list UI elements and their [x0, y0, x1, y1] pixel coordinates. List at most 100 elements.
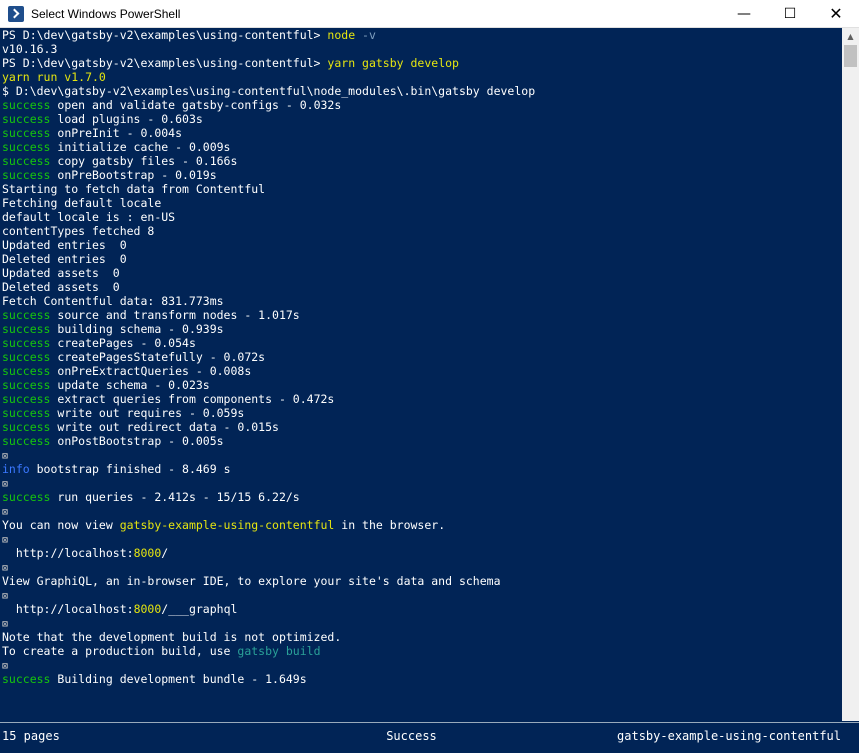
- window-title: Select Windows PowerShell: [31, 6, 181, 21]
- console-line: success source and transform nodes - 1.0…: [0, 308, 842, 322]
- line-text: Fetch Contentful data: 831.773ms: [2, 294, 224, 308]
- line-text: Updated entries 0: [2, 238, 127, 252]
- line-text: contentTypes fetched 8: [2, 224, 155, 238]
- success-tag: success: [2, 672, 51, 686]
- console-line: success run queries - 2.412s - 15/15 6.2…: [0, 490, 842, 504]
- line-text: $ D:\dev\gatsby-v2\examples\using-conten…: [2, 84, 536, 98]
- line-text: v10.16.3: [2, 42, 58, 56]
- line-text: run queries - 2.412s - 15/15 6.22/s: [50, 490, 300, 504]
- line-text: onPreInit - 0.004s: [50, 126, 183, 140]
- console-line: You can now view gatsby-example-using-co…: [0, 518, 842, 532]
- line-text: onPostBootstrap - 0.005s: [50, 434, 224, 448]
- vertical-scrollbar[interactable]: ▲: [842, 28, 859, 721]
- line-text: load plugins - 0.603s: [50, 112, 203, 126]
- newline-marker-icon: ⊠: [2, 619, 9, 630]
- console-line: Note that the development build is not o…: [0, 630, 842, 644]
- command: yarn gatsby develop: [327, 56, 459, 70]
- console-line: v10.16.3: [0, 42, 842, 56]
- console-line: http://localhost:8000/___graphql: [0, 602, 842, 616]
- success-tag: success: [2, 168, 51, 182]
- success-tag: success: [2, 392, 51, 406]
- line-text: extract queries from components - 0.472s: [50, 392, 335, 406]
- console-line: http://localhost:8000/: [0, 546, 842, 560]
- scroll-thumb[interactable]: [844, 45, 857, 67]
- console-line: ⊠: [0, 588, 842, 602]
- console-output[interactable]: PS D:\dev\gatsby-v2\examples\using-conte…: [0, 28, 842, 721]
- console-line: success write out requires - 0.059s: [0, 406, 842, 420]
- console-line: ⊠: [0, 532, 842, 546]
- line-text: Deleted assets 0: [2, 280, 120, 294]
- console-line: ⊠: [0, 504, 842, 518]
- console-line: Deleted entries 0: [0, 252, 842, 266]
- success-tag: success: [2, 434, 51, 448]
- line-text: http://localhost:: [2, 602, 134, 616]
- console-line: success open and validate gatsby-configs…: [0, 98, 842, 112]
- line-text: /___graphql: [161, 602, 238, 616]
- console-line: success load plugins - 0.603s: [0, 112, 842, 126]
- line-text: update schema - 0.023s: [50, 378, 210, 392]
- line-text: source and transform nodes - 1.017s: [50, 308, 300, 322]
- success-tag: success: [2, 308, 51, 322]
- console-line: success onPreInit - 0.004s: [0, 126, 842, 140]
- console-line: Starting to fetch data from Contentful: [0, 182, 842, 196]
- console-line: contentTypes fetched 8: [0, 224, 842, 238]
- newline-marker-icon: ⊠: [2, 591, 9, 602]
- line-text: Deleted entries 0: [2, 252, 127, 266]
- prompt: PS D:\dev\gatsby-v2\examples\using-conte…: [2, 28, 328, 42]
- success-tag: success: [2, 490, 51, 504]
- line-text: You can now view: [2, 518, 120, 532]
- success-tag: success: [2, 154, 51, 168]
- success-tag: success: [2, 364, 51, 378]
- console-line: success extract queries from components …: [0, 392, 842, 406]
- line-text: default locale is : en-US: [2, 210, 176, 224]
- console-line: success Building development bundle - 1.…: [0, 672, 842, 686]
- console-line: success copy gatsby files - 0.166s: [0, 154, 842, 168]
- console-line: success createPagesStatefully - 0.072s: [0, 350, 842, 364]
- success-tag: success: [2, 350, 51, 364]
- line-text: Note that the development build is not o…: [2, 630, 342, 644]
- success-tag: success: [2, 140, 51, 154]
- line-text: /: [161, 546, 169, 560]
- line-text: Updated assets 0: [2, 266, 120, 280]
- prompt: PS D:\dev\gatsby-v2\examples\using-conte…: [2, 56, 328, 70]
- status-state: Success: [386, 729, 437, 743]
- newline-marker-icon: ⊠: [2, 451, 9, 462]
- console-line: ⊠: [0, 560, 842, 574]
- line-text: Building development bundle - 1.649s: [50, 672, 307, 686]
- close-button[interactable]: ✕: [813, 0, 859, 27]
- minimize-button[interactable]: —: [721, 0, 767, 27]
- line-text: write out requires - 0.059s: [50, 406, 245, 420]
- success-tag: success: [2, 98, 51, 112]
- yarn-version: yarn run v1.7.0: [2, 70, 106, 84]
- console-line: success onPreBootstrap - 0.019s: [0, 168, 842, 182]
- command-arg: -v: [355, 28, 376, 42]
- line-text: Starting to fetch data from Contentful: [2, 182, 266, 196]
- console-line: success onPostBootstrap - 0.005s: [0, 434, 842, 448]
- console-line: PS D:\dev\gatsby-v2\examples\using-conte…: [0, 56, 842, 70]
- newline-marker-icon: ⊠: [2, 661, 9, 672]
- console-line: $ D:\dev\gatsby-v2\examples\using-conten…: [0, 84, 842, 98]
- status-bar: 15 pages Success gatsby-example-using-co…: [0, 722, 859, 753]
- line-text: onPreExtractQueries - 0.008s: [50, 364, 252, 378]
- line-text: Fetching default locale: [2, 196, 162, 210]
- console-line: success building schema - 0.939s: [0, 322, 842, 336]
- console-line: success write out redirect data - 0.015s: [0, 420, 842, 434]
- console-line: yarn run v1.7.0: [0, 70, 842, 84]
- console-line: Fetching default locale: [0, 196, 842, 210]
- title-bar[interactable]: Select Windows PowerShell — ☐ ✕: [0, 0, 859, 28]
- maximize-button[interactable]: ☐: [767, 0, 813, 27]
- scroll-up-arrow-icon[interactable]: ▲: [842, 28, 859, 45]
- line-text: copy gatsby files - 0.166s: [50, 154, 238, 168]
- success-tag: success: [2, 336, 51, 350]
- console-line: success initialize cache - 0.009s: [0, 140, 842, 154]
- console-line: success update schema - 0.023s: [0, 378, 842, 392]
- status-pages: 15 pages: [2, 729, 60, 743]
- line-text: building schema - 0.939s: [50, 322, 224, 336]
- line-text: createPages - 0.054s: [50, 336, 196, 350]
- console-line: Updated assets 0: [0, 266, 842, 280]
- console-line: View GraphiQL, an in-browser IDE, to exp…: [0, 574, 842, 588]
- line-text: bootstrap finished - 8.469 s: [29, 462, 231, 476]
- command: node: [327, 28, 356, 42]
- line-text: To create a production build, use: [2, 644, 238, 658]
- console-line: PS D:\dev\gatsby-v2\examples\using-conte…: [0, 28, 842, 42]
